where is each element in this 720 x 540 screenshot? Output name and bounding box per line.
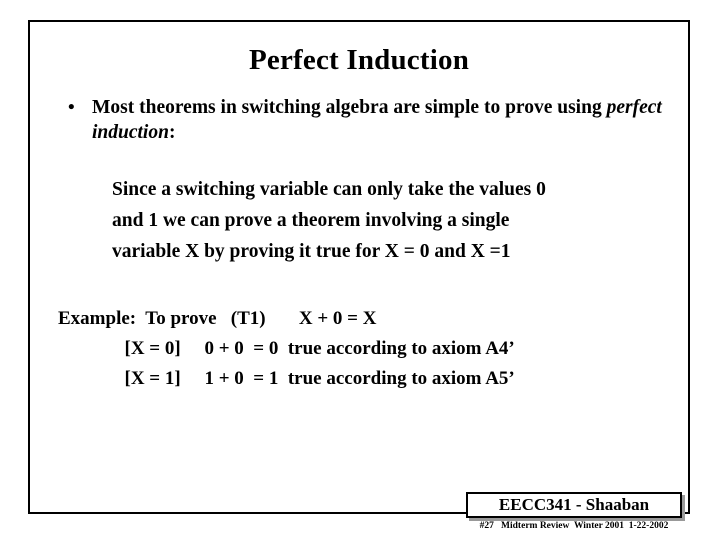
quote-line-1: Since a switching variable can only take… [112, 179, 546, 200]
quote-line-3: variable X by proving it true for X = 0 … [112, 241, 511, 262]
slide: Perfect Induction • Most theorems in swit… [0, 0, 720, 540]
bullet-text-after: : [168, 122, 176, 143]
example-block: Example: To prove (T1) X + 0 = X [X = 0]… [58, 304, 678, 394]
bullet-item: • Most theorems in switching algebra are … [56, 95, 666, 145]
footer-note: #27 Midterm Review Winter 2001 1-22-2002 [479, 521, 669, 531]
example-line-1: Example: To prove (T1) X + 0 = X [58, 308, 377, 329]
quote-block: Since a switching variable can only take… [112, 174, 682, 267]
slide-frame: Perfect Induction • Most theorems in swit… [28, 20, 690, 514]
bullet-dot-icon: • [68, 97, 75, 118]
example-line-3: [X = 1] 1 + 0 = 1 true according to axio… [58, 368, 515, 389]
example-line-2: [X = 0] 0 + 0 = 0 true according to axio… [58, 338, 515, 359]
bullet-text-before: Most theorems in switching algebra are s… [92, 97, 607, 118]
page-title: Perfect Induction [248, 44, 470, 76]
footer-course-text: EECC341 - Shaaban [498, 495, 650, 514]
footer-badge: EECC341 - Shaaban [466, 492, 682, 518]
bullet-block: • Most theorems in switching algebra are … [56, 95, 666, 145]
quote-line-2: and 1 we can prove a theorem involving a… [112, 210, 510, 231]
